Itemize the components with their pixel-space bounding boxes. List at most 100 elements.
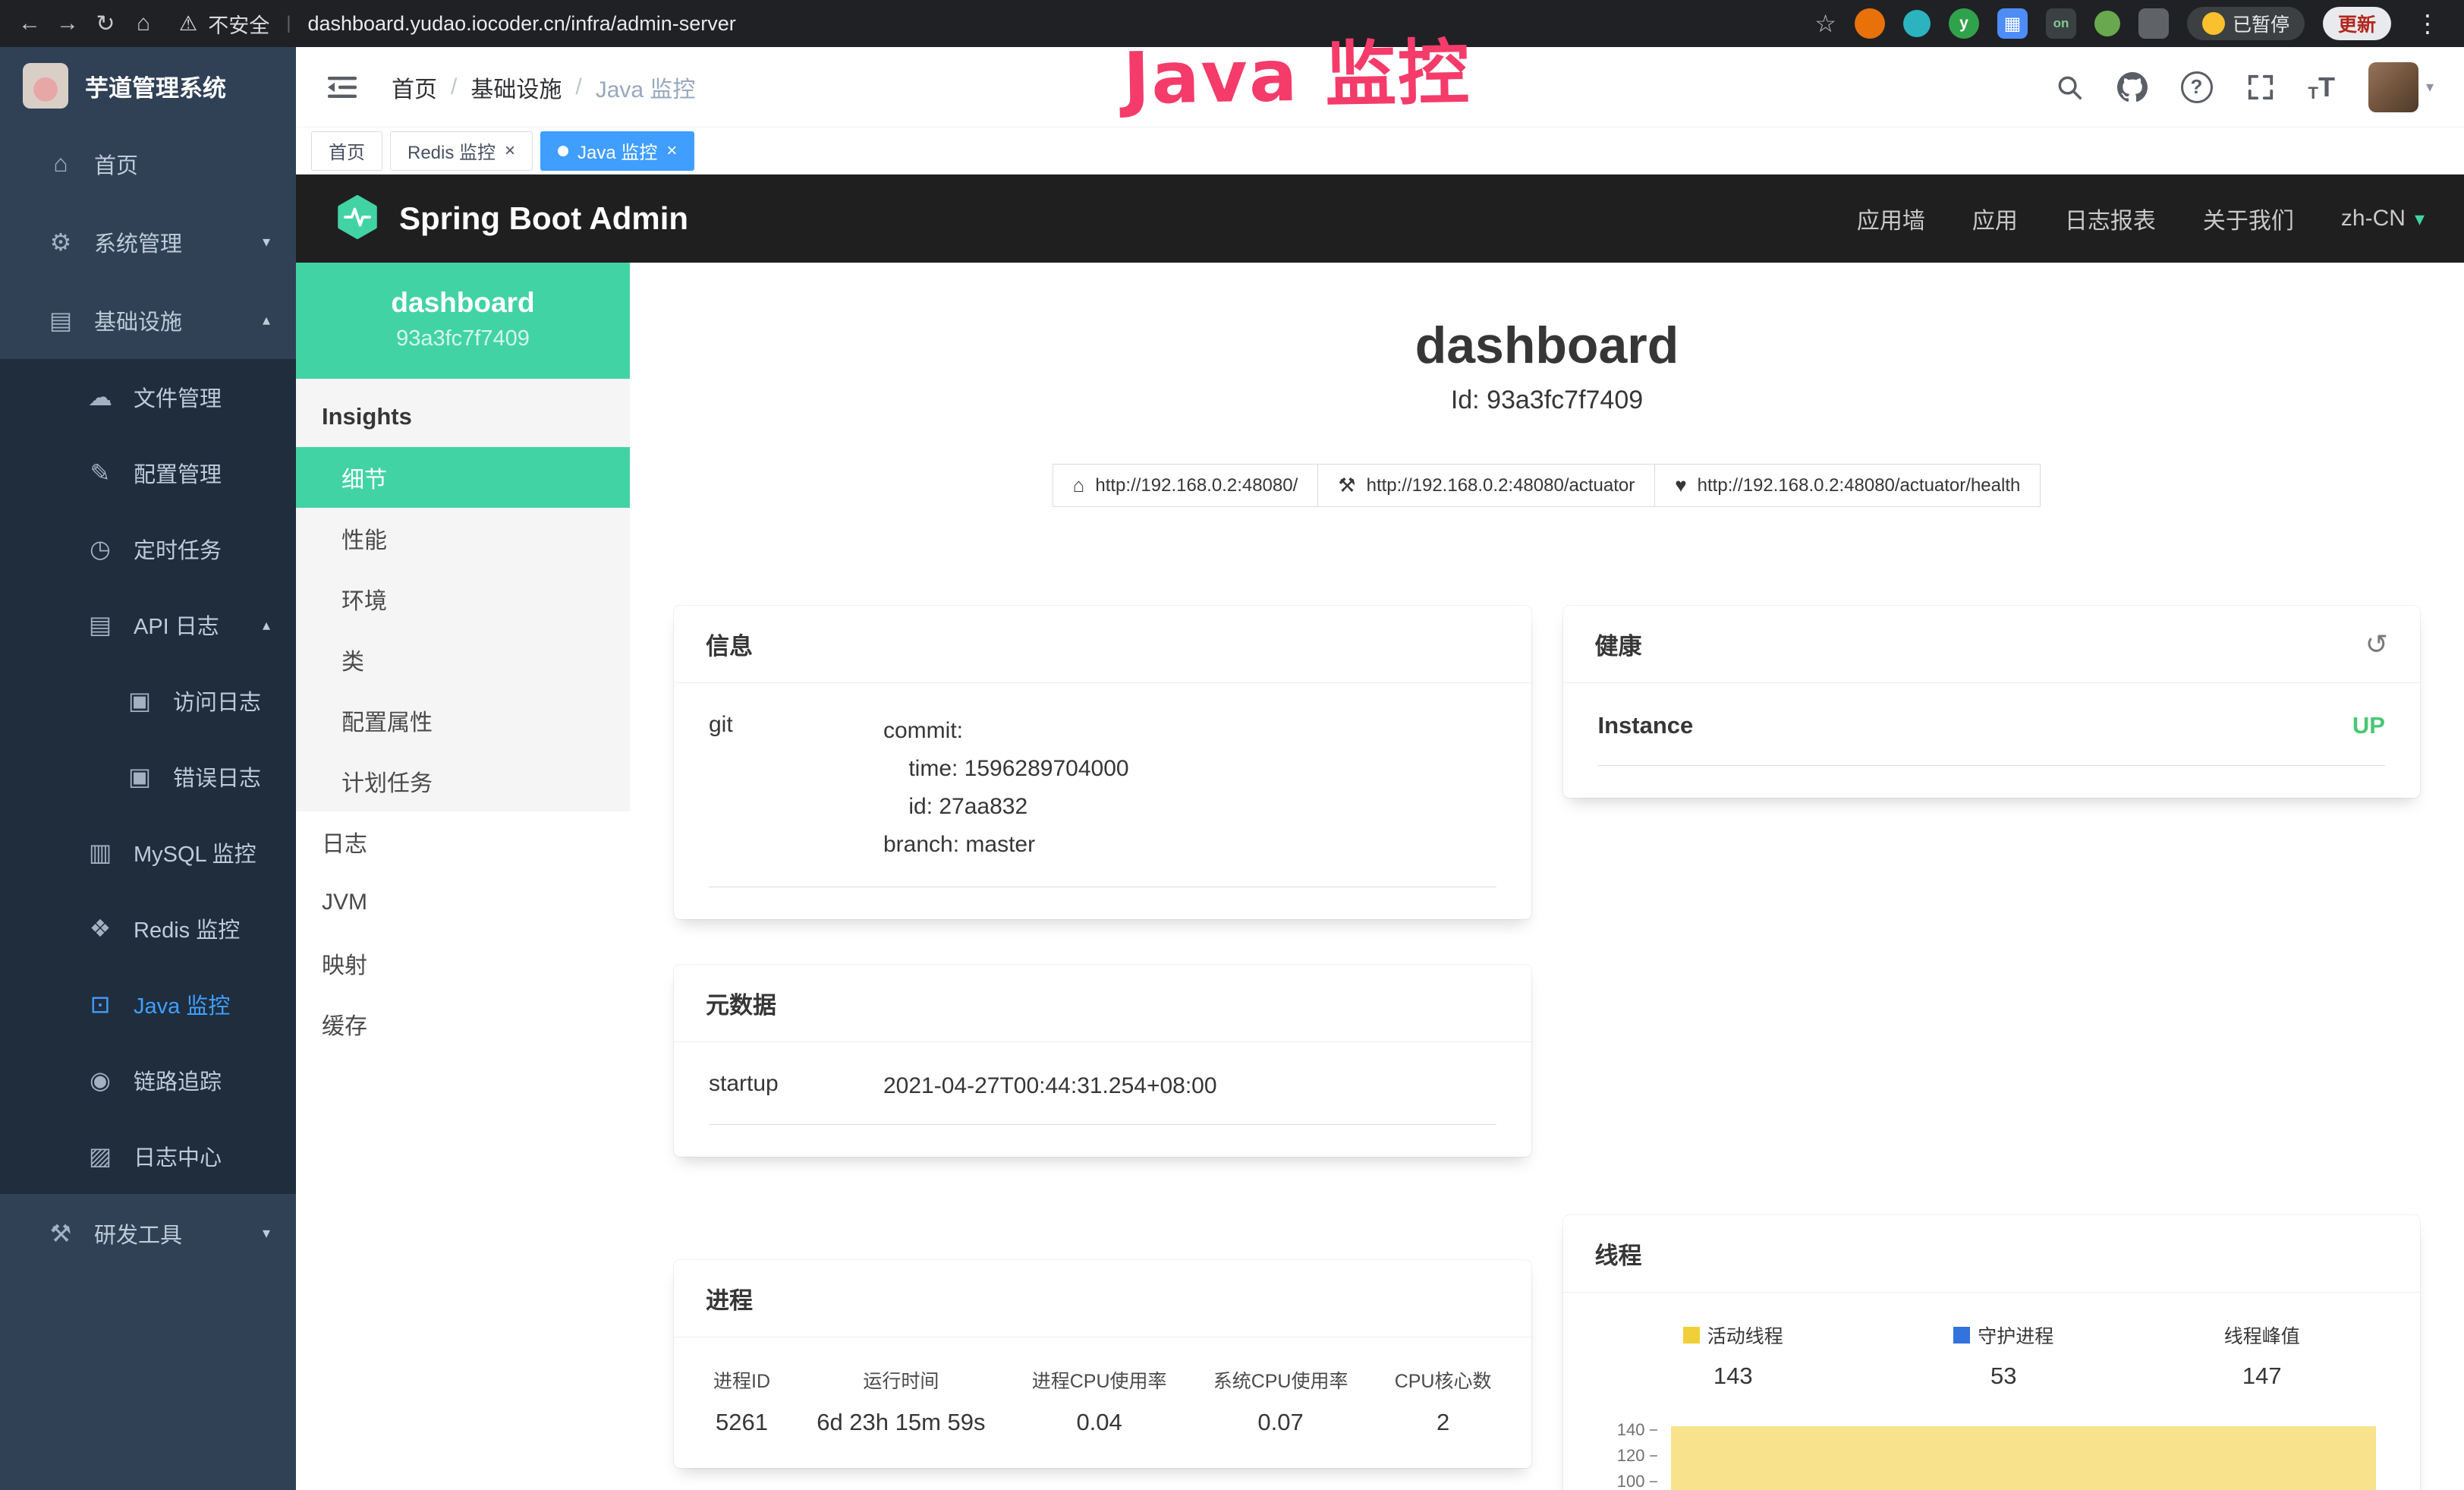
sidebar-item-config-management[interactable]: ✎ 配置管理 [0,435,296,511]
paused-badge-label: 已暂停 [2233,10,2289,37]
sidebar-item-label: MySQL 监控 [134,836,256,868]
sidebar-item-access-logs[interactable]: ▣ 访问日志 [0,663,296,739]
paused-badge[interactable]: 已暂停 [2187,7,2305,40]
breadcrumb-infrastructure[interactable]: 基础设施 [470,71,562,104]
monitor-icon: ⊡ [85,990,115,1019]
sba-nav-environment[interactable]: 环境 [296,569,630,629]
sidebar-item-infrastructure[interactable]: ▤ 基础设施 ▴ [0,281,296,359]
sba-nav-performance[interactable]: 性能 [296,508,630,569]
breadcrumb-home[interactable]: 首页 [392,71,437,104]
cards-column-left: 信息 git commit: time: 1596289704000 [674,606,1531,1468]
browser-reload-icon[interactable]: ↻ [88,6,123,41]
address-bar[interactable]: ⚠ 不安全 | dashboard.yudao.iocoder.cn/infra… [179,9,1811,39]
yudao-menu: ⌂ 首页 ⚙ 系统管理 ▾ ▤ 基础设施 ▴ ☁ 文件管理 ✎ 配置管 [0,124,296,1272]
browser-back-icon[interactable]: ← [12,6,47,41]
close-icon[interactable]: × [505,140,515,162]
sba-nav-caches[interactable]: 缓存 [296,994,630,1054]
sidebar-item-home[interactable]: ⌂ 首页 [0,124,296,203]
sidebar-item-api-logs[interactable]: ▤ API 日志 ▴ [0,587,296,663]
sidebar-item-java-monitor[interactable]: ⊡ Java 监控 [0,966,296,1042]
home-icon: ⌂ [46,150,76,178]
sba-nav: 应用墙 应用 日志报表 关于我们 zh-CN ▾ [1857,202,2425,235]
sba-nav-details[interactable]: 细节 [296,447,630,508]
sidebar-item-tracing[interactable]: ◉ 链路追踪 [0,1042,296,1118]
sidebar-item-error-logs[interactable]: ▣ 错误日志 [0,739,296,814]
extension-icon-6[interactable] [2094,11,2120,36]
yudao-logo[interactable]: 芋道管理系统 [0,47,296,124]
instance-link-health[interactable]: ♥ http://192.168.0.2:48080/actuator/heal… [1654,464,2041,507]
search-icon[interactable] [2055,73,2084,102]
page-title: dashboard [674,316,2420,375]
tab-redis-monitor[interactable]: Redis 监控 × [390,131,533,171]
extension-icon-3[interactable]: y [1949,8,1979,39]
refresh-history-icon[interactable]: ↺ [2365,628,2388,660]
sidebar-item-redis-monitor[interactable]: ❖ Redis 监控 [0,890,296,966]
sba-nav-logs[interactable]: 日志 [296,811,630,872]
instance-id: 93a3fc7f7409 [304,326,622,351]
git-info-row: git commit: time: 1596289704000 id: 27aa… [709,712,1496,887]
yudao-sidebar: 芋道管理系统 ⌂ 首页 ⚙ 系统管理 ▾ ▤ 基础设施 ▴ ☁ 文件管理 [0,47,296,1490]
update-button[interactable]: 更新 [2323,7,2391,40]
font-size-icon[interactable]: T T [2308,71,2335,103]
extension-icon-4[interactable]: ▦ [1997,8,2028,39]
extensions-puzzle-icon[interactable] [2138,8,2169,39]
sidebar-item-scheduled-tasks[interactable]: ◷ 定时任务 [0,511,296,587]
sba-main: dashboard Id: 93a3fc7f7409 ⌂ http://192.… [630,263,2464,1490]
legend-value: 143 [1683,1362,1783,1390]
sidebar-collapse-icon[interactable] [326,73,358,102]
sidebar-item-label: 访问日志 [173,685,261,717]
language-selector[interactable]: zh-CN ▾ [2341,206,2425,232]
close-icon[interactable]: × [666,140,677,162]
link-url: http://192.168.0.2:48080/ [1095,475,1298,496]
extension-icon-1[interactable] [1855,8,1885,39]
tab-java-monitor[interactable]: Java 监控 × [540,131,694,171]
tab-home[interactable]: 首页 [311,131,382,171]
log-center-icon: ▨ [85,1142,115,1170]
legend-peak-threads: 线程峰值 147 [2224,1321,2300,1390]
instance-link-home[interactable]: ⌂ http://192.168.0.2:48080/ [1053,464,1319,507]
sidebar-item-file-management[interactable]: ☁ 文件管理 [0,359,296,435]
sidebar-item-system-management[interactable]: ⚙ 系统管理 ▾ [0,203,296,281]
infrastructure-icon: ▤ [46,306,76,335]
extension-icon-5[interactable]: on [2046,8,2076,39]
url-text: dashboard.yudao.iocoder.cn/infra/admin-s… [307,12,735,36]
browser-menu-icon[interactable]: ⋮ [2409,9,2446,38]
instance-header[interactable]: dashboard 93a3fc7f7409 [296,263,630,379]
instance-link-actuator[interactable]: ⚒ http://192.168.0.2:48080/actuator [1317,464,1655,507]
extension-icon-2[interactable] [1903,10,1931,37]
process-metrics-row: 进程ID 5261 运行时间 6d 23h 15m 59s [709,1366,1496,1436]
sidebar-item-mysql-monitor[interactable]: ▥ MySQL 监控 [0,814,296,890]
security-warning-icon[interactable]: ⚠ [179,12,197,36]
sba-nav-journal[interactable]: 日志报表 [2065,202,2156,235]
github-icon[interactable] [2117,72,2148,102]
instance-name: dashboard [304,287,622,319]
sba-nav-mappings[interactable]: 映射 [296,933,630,994]
metadata-card: 元数据 startup 2021-04-27T00:44:31.254+08:0… [674,965,1531,1157]
fullscreen-icon[interactable] [2246,73,2275,102]
log-icon: ▣ [124,686,155,715]
startup-row: startup 2021-04-27T00:44:31.254+08:00 [709,1071,1496,1125]
info-card: 信息 git commit: time: 1596289704000 [674,606,1531,919]
sidebar-item-label: 首页 [94,148,138,180]
sba-nav-classes[interactable]: 类 [296,629,630,690]
sidebar-item-dev-tools[interactable]: ⚒ 研发工具 ▾ [0,1194,296,1272]
browser-forward-icon[interactable]: → [50,6,85,41]
git-branch-line: branch: master [883,826,1129,864]
sba-nav-about[interactable]: 关于我们 [2203,202,2294,235]
instance-health-row: Instance UP [1598,712,2386,766]
breadcrumb: 首页 / 基础设施 / Java 监控 [392,71,695,104]
startup-row-value: 2021-04-27T00:44:31.254+08:00 [883,1071,1217,1101]
help-icon[interactable]: ? [2181,71,2213,103]
document-icon: ▤ [85,610,115,639]
user-menu[interactable]: ▾ [2368,62,2434,112]
sba-nav-wallboard[interactable]: 应用墙 [1857,202,1925,235]
sba-nav-config-properties[interactable]: 配置属性 [296,690,630,751]
sidebar-item-log-center[interactable]: ▨ 日志中心 [0,1118,296,1194]
sba-nav-jvm[interactable]: JVM [296,872,630,933]
browser-home-icon[interactable]: ⌂ [126,6,161,41]
sba-nav-scheduled-tasks[interactable]: 计划任务 [296,751,630,811]
bookmark-star-icon[interactable]: ☆ [1814,9,1836,38]
metric-label: 进程ID [713,1366,770,1394]
sba-nav-applications[interactable]: 应用 [1972,202,2018,235]
sidebar-item-label: 链路追踪 [134,1064,222,1096]
